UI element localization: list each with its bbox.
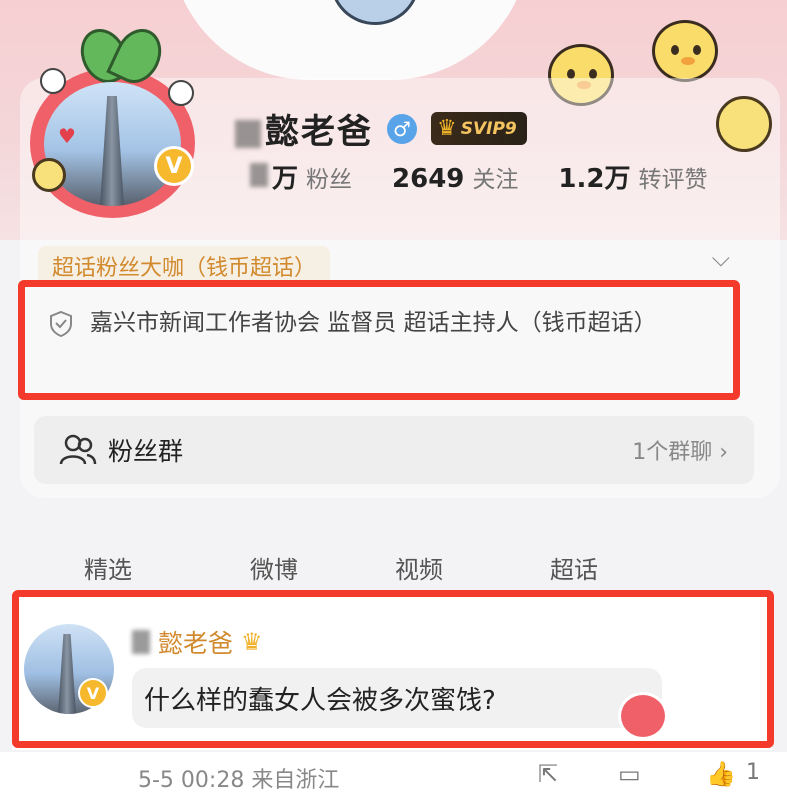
comment-author[interactable]: 懿老爸 ♛ [132, 624, 263, 660]
following-label[interactable]: 关注 [472, 160, 518, 194]
chevron-down-icon[interactable]: ⌵ [712, 244, 730, 272]
crown-icon: ♛ [241, 628, 263, 656]
verified-badge-icon: V [78, 678, 108, 708]
followers-count[interactable]: 万 [272, 158, 298, 195]
chick-sticker [652, 20, 718, 82]
like-icon[interactable]: 👍 [706, 760, 736, 788]
post-timestamp: 5-5 00:28 来自浙江 [138, 768, 340, 793]
profile-stats: 万 粉丝 2649 关注 1.2万 转评赞 [250, 158, 747, 195]
profile-name: 懿老爸 [235, 104, 373, 153]
comment-icon[interactable]: ▭ [618, 760, 641, 788]
profile-tabs: 精选 微博 视频 超话 [0, 530, 787, 590]
white-flower-icon [40, 68, 66, 94]
share-icon[interactable]: ⇱ [538, 760, 558, 788]
fans-group-label: 粉丝群 [108, 437, 184, 466]
tab-weibo[interactable]: 微博 [250, 550, 298, 585]
following-count[interactable]: 2649 [392, 164, 464, 194]
sunflower-icon [32, 158, 66, 192]
avatar-frame[interactable]: V ♥ [30, 21, 200, 218]
interactions-label: 转评赞 [638, 167, 708, 193]
comment-bubble: 什么样的蠢女人会被多次蜜饯? [132, 668, 662, 728]
sunflower-sticker [716, 96, 772, 152]
tab-super-topic[interactable]: 超话 [550, 550, 598, 585]
group-chat-count: 1个群聊 › [632, 440, 728, 465]
tab-video[interactable]: 视频 [395, 550, 443, 585]
fans-group-icon [59, 434, 97, 465]
comment-text: 什么样的蠢女人会被多次蜜饯? [144, 686, 496, 716]
tab-featured[interactable]: 精选 [84, 550, 132, 585]
like-count: 1 [746, 760, 760, 785]
certification-text: 嘉兴市新闻工作者协会 监督员 超话主持人（钱币超话） [90, 310, 657, 336]
profile-name-row: 懿老爸 ♂ ♛ SVIP9 [235, 104, 527, 153]
followers-label[interactable]: 粉丝 [306, 160, 352, 194]
crown-icon: ♛ [437, 116, 457, 141]
fans-group-row[interactable]: 粉丝群 1个群聊 › [34, 416, 754, 484]
post-footer [0, 752, 787, 800]
highlight-box [18, 280, 740, 400]
white-flower-icon [168, 80, 194, 106]
svip-badge[interactable]: ♛ SVIP9 [431, 112, 527, 145]
male-gender-icon: ♂ [387, 113, 417, 144]
fan-tag-row: 超话粉丝大咖（钱币超话） ⌵ [30, 240, 760, 286]
verified-badge-icon: V [154, 146, 194, 186]
strawberry-sticker [618, 692, 668, 740]
interactions-count: 1.2万 [558, 164, 631, 194]
heart-icon: ♥ [58, 124, 76, 148]
